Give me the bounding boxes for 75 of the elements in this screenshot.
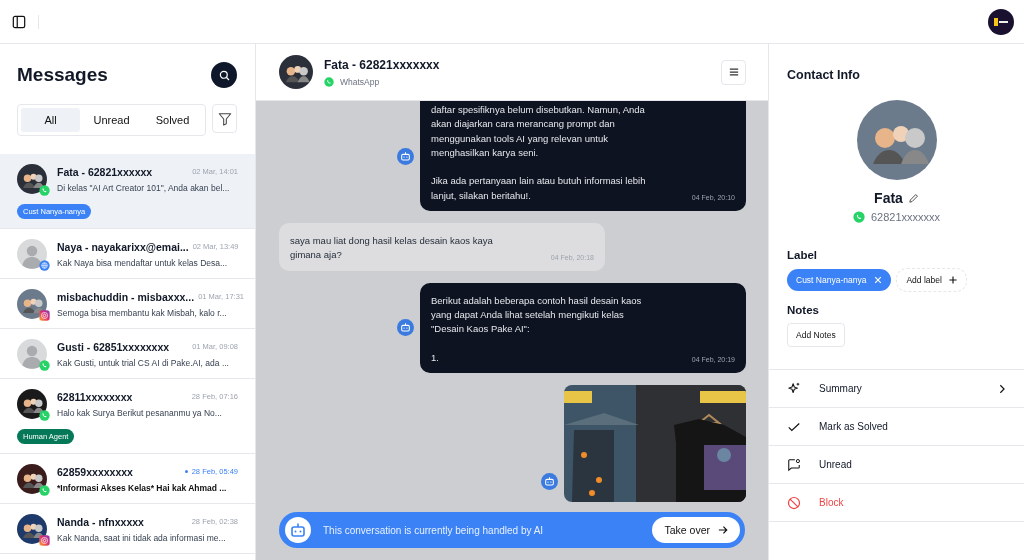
close-icon[interactable] <box>874 276 883 284</box>
contact-name: Fata - 62821xxxxxx <box>57 165 154 178</box>
whatsapp-icon <box>39 185 50 196</box>
search-button[interactable] <box>211 62 237 88</box>
action-item[interactable]: Summary <box>769 370 1024 408</box>
contact-name: Gusti - 62851xxxxxxxx <box>57 340 171 353</box>
message-text: daftar spesifiknya belum disebutkan. Namun, Anda akan diajarkan cara merancang prompt dan menggunakan tools AI yang relevan untuk menghasilkan karya seni. Jika ada pertanyaan lain atau butuh informasi lebih lanjut, silakan beritahu!. <box>431 103 646 203</box>
panel-title: Contact Info <box>787 68 861 82</box>
globe-icon <box>39 260 50 271</box>
whatsapp-icon <box>324 76 334 87</box>
message-text: saya mau liat dong hasil kelas desain kaos kaya gimana aja? <box>290 234 493 263</box>
avatar-icon <box>17 464 47 494</box>
instagram-icon <box>39 535 50 546</box>
message-preview: Kak Gusti, untuk trial CS AI di Pake.AI, ada ... <box>57 357 230 368</box>
avatar-icon <box>17 239 47 269</box>
avatar-icon <box>17 514 47 544</box>
message-preview: Semoga bisa membantu kak Misbah, kalo r... <box>57 307 228 318</box>
arrow-right-icon <box>718 525 728 535</box>
filter-icon <box>217 111 232 126</box>
bot-icon <box>541 473 558 491</box>
action-item[interactable]: Unread <box>769 446 1024 484</box>
plus-icon <box>948 276 957 284</box>
label-chip: Cust Nanya-nanya <box>787 269 892 291</box>
search-icon <box>218 69 230 81</box>
filter-tab[interactable]: All <box>21 108 80 132</box>
take-over-button[interactable]: Take over <box>652 517 740 543</box>
panel-title: Messages <box>17 64 108 86</box>
edit-icon[interactable] <box>907 192 919 204</box>
avatar-icon <box>17 289 47 319</box>
filter-tab[interactable]: Solved <box>143 108 202 132</box>
menu-icon <box>728 67 739 77</box>
message-preview: *Informasi Akses Kelas* Hai kak Ahmad ... <box>57 482 228 493</box>
add-label-button[interactable]: Add label <box>896 268 967 292</box>
contact-name: 62811xxxxxxxx <box>57 390 134 403</box>
section-heading: Label <box>787 249 819 261</box>
block-icon <box>787 495 801 510</box>
action-item[interactable]: Mark as Solved <box>769 408 1024 446</box>
phone-number: 62821xxxxxxx <box>870 211 941 223</box>
avatar-icon <box>856 100 937 180</box>
chat-bubble-icon <box>787 457 801 472</box>
avatar-icon <box>279 55 313 89</box>
sidebar-toggle-icon[interactable] <box>12 14 26 29</box>
filter-button[interactable] <box>212 104 237 133</box>
whatsapp-icon <box>39 410 50 421</box>
sparkle-icon <box>787 381 801 396</box>
bot-icon <box>397 319 414 337</box>
menu-button[interactable] <box>721 59 746 85</box>
action-item[interactable]: Block <box>769 484 1024 522</box>
whatsapp-icon <box>39 485 50 496</box>
robot-icon <box>285 517 311 543</box>
bot-icon <box>397 147 414 165</box>
message-preview: Di kelas "AI Art Creator 101", Anda akan bel... <box>57 182 231 193</box>
contact-name: Naya - nayakarixx@emai... <box>57 240 189 253</box>
instagram-icon <box>39 310 50 321</box>
contact-name: 62859xxxxxxxx <box>57 465 134 478</box>
contact-name: Fata <box>874 190 903 206</box>
section-heading: Notes <box>787 304 820 316</box>
message-text: Berikut adalah beberapa contoh hasil desain kaos yang dapat Anda lihat setelah mengikuti kelas "Desain Kaos Pake AI": 1. <box>431 293 642 365</box>
message-preview: Kak Nanda, saat ini tidak ada informasi me... <box>57 532 227 543</box>
add-notes-button[interactable]: Add Notes <box>787 323 845 347</box>
message-preview: Halo kak Surya Berikut pesananmu ya No... <box>57 407 223 418</box>
logo-icon[interactable] <box>988 8 1014 35</box>
avatar-icon <box>17 389 47 419</box>
filter-tab[interactable]: Unread <box>82 108 141 132</box>
avatar-icon <box>17 164 47 194</box>
contact-name: misbachuddin - misbaxxx... <box>57 290 195 303</box>
whatsapp-icon <box>852 211 865 223</box>
chevron-right-icon <box>998 383 1006 394</box>
banner-text: This conversation is currently being handled by AI <box>323 524 545 536</box>
whatsapp-icon <box>39 360 50 371</box>
chat-contact-name: Fata - 62821xxxxxxx <box>324 57 441 72</box>
channel-name: WhatsApp <box>340 76 380 87</box>
message-preview: Kak Naya bisa mendaftar untuk kelas Desa... <box>57 257 229 268</box>
avatar-icon <box>17 339 47 369</box>
contact-name: Nanda - nfnxxxxx <box>57 515 145 528</box>
